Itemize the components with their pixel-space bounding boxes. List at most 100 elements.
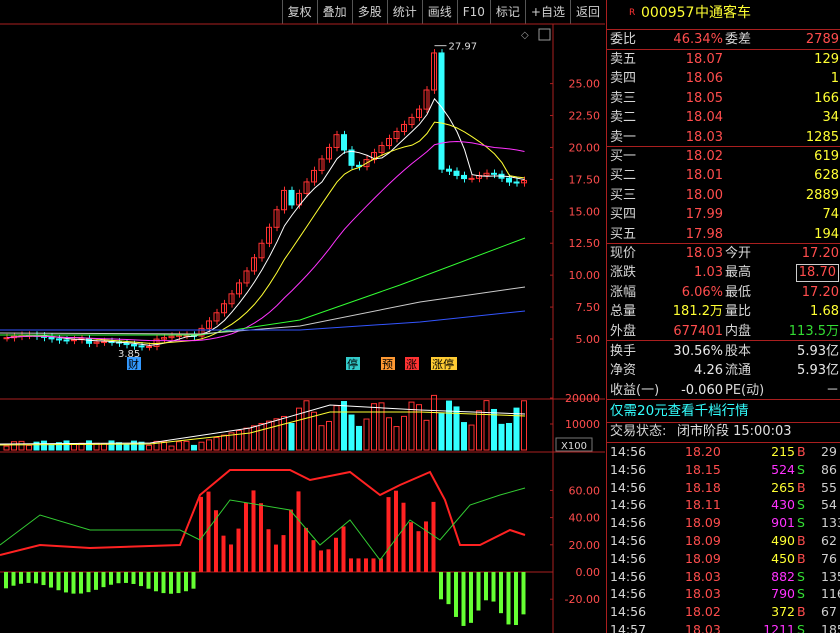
macd-bar [184, 572, 188, 592]
tick-time: 14:56 [610, 497, 647, 513]
stock-flag: R [629, 8, 636, 18]
volume-bar [311, 411, 317, 451]
tick-time: 14:57 [610, 622, 647, 633]
macd-bar [364, 558, 368, 572]
volume-bar [206, 439, 212, 451]
promo-row[interactable]: 仅需20元查看千档行情 [607, 402, 840, 421]
macd-bar [379, 558, 383, 572]
macd-bar [289, 509, 293, 572]
bids-label: 买四 [610, 207, 637, 223]
bids-price: 17.99 [685, 207, 723, 223]
volume-bar [371, 403, 377, 451]
event-marker-label: 财 [128, 357, 139, 371]
quote-label: 量比 [725, 304, 752, 320]
volume-bar [26, 444, 32, 451]
macd-bar [199, 496, 203, 572]
volume-bar [183, 440, 190, 451]
tick-count: 135 [821, 568, 840, 584]
fundamental-label: 收益(一) [610, 382, 660, 398]
indicator-tick-label: 60.00 [569, 484, 601, 497]
macd-bar [71, 572, 76, 594]
bids-price: 18.02 [685, 149, 723, 164]
volume-bar [11, 441, 17, 451]
volume-bar [41, 440, 47, 451]
candle-body [146, 345, 152, 348]
asks-label: 卖一 [610, 129, 637, 145]
asks-price: 18.04 [685, 110, 723, 126]
event-marker-label: 涨 [406, 358, 417, 371]
tick-row[interactable]: 14:56 18.15 524 S 86 [607, 461, 840, 479]
tick-row[interactable]: 14:56 18.18 265 B 55 [607, 479, 840, 497]
tick-row[interactable]: 14:56 18.02 372 B 67 [607, 603, 840, 621]
macd-bar [56, 572, 61, 591]
tick-time: 14:56 [610, 550, 647, 566]
tick-count: 86 [821, 461, 837, 477]
tick-count: 116 [821, 586, 840, 602]
tick-time: 14:56 [610, 568, 647, 584]
quote-value: 18.70 [795, 264, 839, 283]
fundamental-row: 净资 4.26 流通 5.93亿 [607, 361, 840, 380]
volume-bar [258, 422, 265, 451]
tick-direction: S [797, 568, 805, 584]
tick-row[interactable]: 14:56 18.11 430 S 54 [607, 496, 840, 514]
volume-bar [431, 394, 437, 451]
volume-bar [461, 422, 467, 451]
macd-bar [484, 572, 488, 601]
asks-label: 卖四 [610, 71, 637, 87]
tick-direction: S [797, 586, 805, 602]
ma10-line [6, 121, 525, 344]
macd-bar [64, 572, 68, 593]
kline-chart-svg[interactable]: ◇ 25.00 22.50 20.00 17.50 15.00 12.50 10.00 7.50… [0, 0, 605, 633]
stock-header: R 000957 中通客车 [607, 4, 840, 26]
tick-price: 18.03 [685, 622, 721, 633]
tick-price: 18.02 [685, 604, 721, 620]
macd-bar [491, 572, 496, 602]
tick-row[interactable]: 14:56 18.09 901S 133 [607, 514, 840, 532]
candle-body [491, 172, 497, 175]
asks-row: 卖三 18.05 166 [607, 89, 840, 108]
tick-row[interactable]: 14:56 18.03 790S 116 [607, 585, 840, 603]
price-tick-label: 17.50 [569, 173, 601, 186]
candle-body [453, 170, 460, 176]
volume-bar [146, 444, 152, 451]
volume-bar [168, 445, 175, 451]
candle-body [71, 339, 77, 342]
kline-chart-area[interactable]: 复权 叠加 多股 统计 画线 F10 标记 +自选 返回 ◇ 25.00 22.50 20.00 17.… [0, 0, 605, 633]
volume-bar [423, 419, 430, 451]
tick-row[interactable]: 14:56 18.20 215 B 29 [607, 443, 840, 461]
weicha-value: 2789 [805, 32, 839, 47]
tick-volume: 1211 [763, 622, 795, 633]
fundamental-value: 4.26 [694, 363, 723, 379]
tick-volume: 882 [771, 568, 795, 584]
asks-row: 卖一 18.03 1285 [607, 128, 840, 147]
tick-row[interactable]: 14:57 18.03 1211S 185 [607, 621, 840, 633]
volume-bar [191, 444, 197, 451]
tick-time: 14:56 [610, 479, 647, 495]
macd-bar [49, 572, 53, 588]
fundamental-label: 换手 [610, 344, 637, 359]
tick-row[interactable]: 14:56 18.03 882S 135 [607, 568, 840, 586]
tick-count: 54 [821, 497, 837, 513]
event-marker-label: 涨停 [432, 357, 454, 371]
volume-bar [498, 423, 505, 451]
status-value: 闭市阶段 15:00:03 [677, 424, 792, 439]
macd-bar [386, 497, 391, 572]
asks-volume: 166 [814, 90, 839, 106]
tick-price: 18.09 [685, 515, 721, 531]
tick-row[interactable]: 14:56 18.09 490 B 62 [607, 532, 840, 550]
macd-bar [34, 572, 38, 584]
asks-volume: 1 [830, 71, 839, 87]
bids-row: 买四 17.99 74 [607, 205, 840, 224]
tick-price: 18.20 [685, 444, 721, 459]
quote-label: 外盘 [610, 323, 637, 339]
volume-bar [348, 414, 355, 451]
macd-bar [506, 572, 511, 625]
macd-bar [251, 490, 256, 572]
volume-bar [438, 413, 445, 451]
tick-row[interactable]: 14:56 18.09 450 B 76 [607, 550, 840, 568]
volume-bar [3, 445, 10, 451]
macd-bar [176, 572, 181, 594]
macd-bar [446, 572, 451, 605]
promo-link[interactable]: 仅需20元查看千档行情 [610, 402, 749, 421]
fundamental-label: PE(动) [725, 382, 765, 398]
